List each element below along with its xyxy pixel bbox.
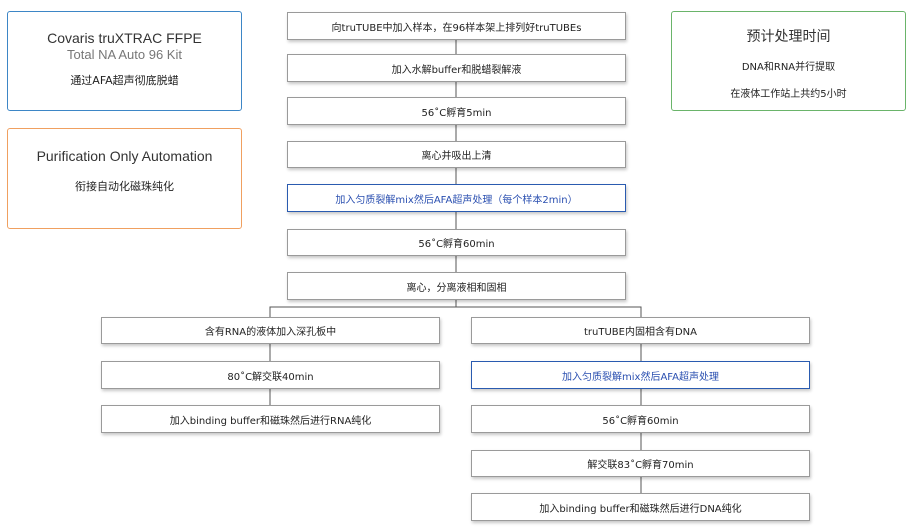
timing-card: 预计处理时间 DNA和RNA并行提取 在液体工作站上共约5小时 [671,11,906,111]
rna-step-purification: 加入binding buffer和磁珠然后进行RNA纯化 [101,405,440,433]
step-incubate-5min: 56˚C孵育5min [287,97,626,125]
rna-step-transfer: 含有RNA的液体加入深孔板中 [101,317,440,344]
dna-step-solid-phase: truTUBE内固相含有DNA [471,317,810,344]
step-phase-separation: 离心，分离液相和固相 [287,272,626,300]
step-incubate-60min: 56˚C孵育60min [287,229,626,256]
dna-step-incubate-60min: 56˚C孵育60min [471,405,810,433]
dna-step-purification: 加入binding buffer和磁珠然后进行DNA纯化 [471,493,810,521]
dna-step-decrosslink: 解交联83˚C孵育70min [471,450,810,477]
step-add-samples: 向truTUBE中加入样本，在96样本架上排列好truTUBEs [287,12,626,40]
purification-card: Purification Only Automation 衔接自动化磁珠纯化 [7,128,242,229]
step-afa-sonication: 加入匀质裂解mix然后AFA超声处理（每个样本2min） [287,184,626,212]
timing-line2: 在液体工作站上共约5小时 [730,89,847,100]
step-add-buffer: 加入水解buffer和脱蜡裂解液 [287,54,626,82]
timing-title: 预计处理时间 [746,28,831,44]
covaris-kit-card: Covaris truXTRAC FFPE Total NA Auto 96 K… [7,11,242,111]
rna-step-decrosslink: 80˚C解交联40min [101,361,440,389]
timing-line1: DNA和RNA并行提取 [741,62,836,73]
kit-title: Covaris truXTRAC FFPE [47,30,202,46]
dna-step-afa-sonication: 加入匀质裂解mix然后AFA超声处理 [471,361,810,389]
kit-subtitle: Total NA Auto 96 Kit [67,47,182,62]
purification-title: Purification Only Automation [36,148,213,164]
purification-description: 衔接自动化磁珠纯化 [75,180,174,193]
kit-description: 通过AFA超声彻底脱蜡 [70,74,179,87]
step-centrifuge: 离心并吸出上清 [287,141,626,168]
